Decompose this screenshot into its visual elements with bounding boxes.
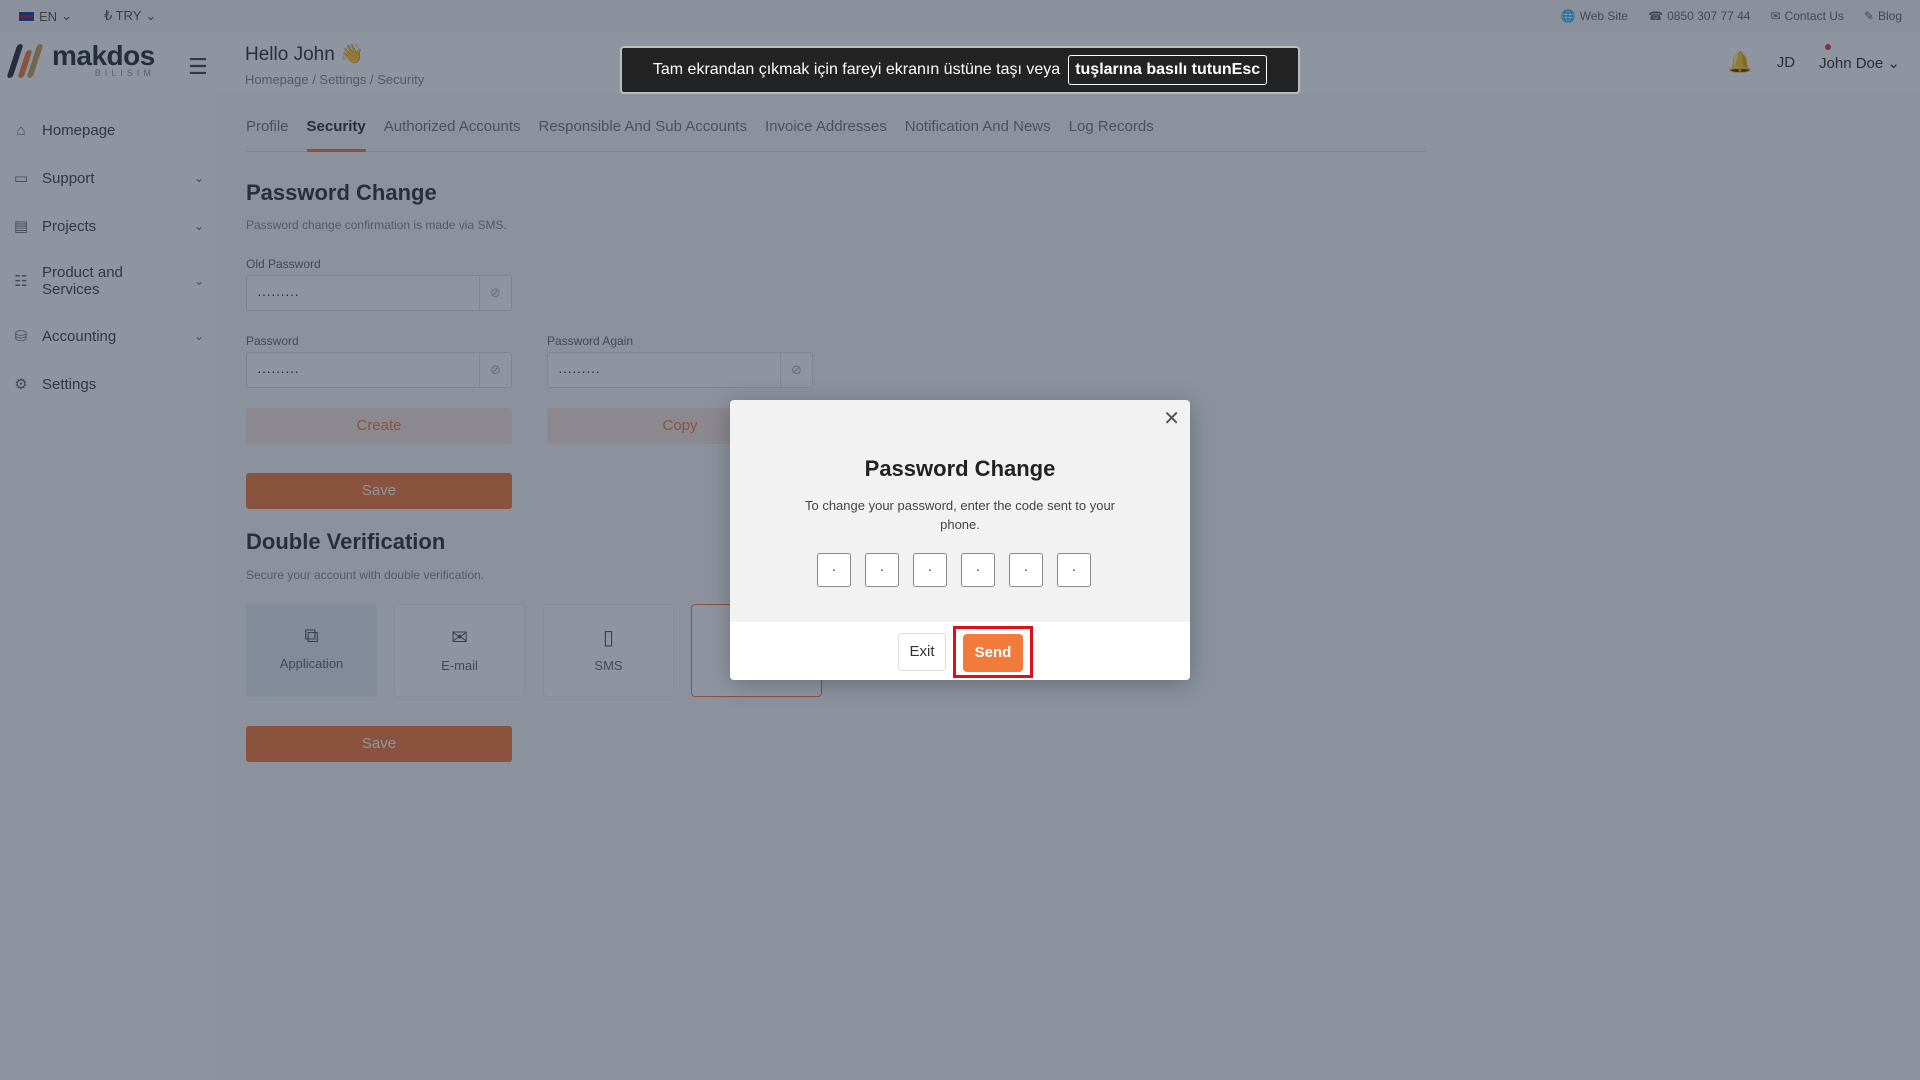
send-button[interactable]: Send: [963, 634, 1023, 672]
close-icon[interactable]: ✕: [1163, 406, 1180, 431]
modal-footer: Exit Send: [730, 622, 1190, 680]
exit-button[interactable]: Exit: [898, 633, 946, 671]
code-digit-input[interactable]: ·: [961, 553, 995, 587]
password-change-modal: ✕ Password Change To change your passwor…: [730, 400, 1190, 680]
code-digit-input[interactable]: ·: [1009, 553, 1043, 587]
code-digit-input[interactable]: ·: [1057, 553, 1091, 587]
fullscreen-notice-text: Tam ekrandan çıkmak için fareyi ekranın …: [652, 61, 1061, 78]
fullscreen-notice-key: tuşlarına basılı tutunEsc: [1068, 55, 1268, 85]
send-button-highlight: Send: [953, 626, 1033, 678]
verification-code-inputs: · · · · · ·: [817, 553, 1091, 587]
fullscreen-notice: Tam ekrandan çıkmak için fareyi ekranın …: [620, 46, 1300, 94]
modal-description: To change your password, enter the code …: [804, 498, 1116, 532]
code-digit-input[interactable]: ·: [865, 553, 899, 587]
modal-title: Password Change: [864, 456, 1056, 481]
code-digit-input[interactable]: ·: [817, 553, 851, 587]
code-digit-input[interactable]: ·: [913, 553, 947, 587]
